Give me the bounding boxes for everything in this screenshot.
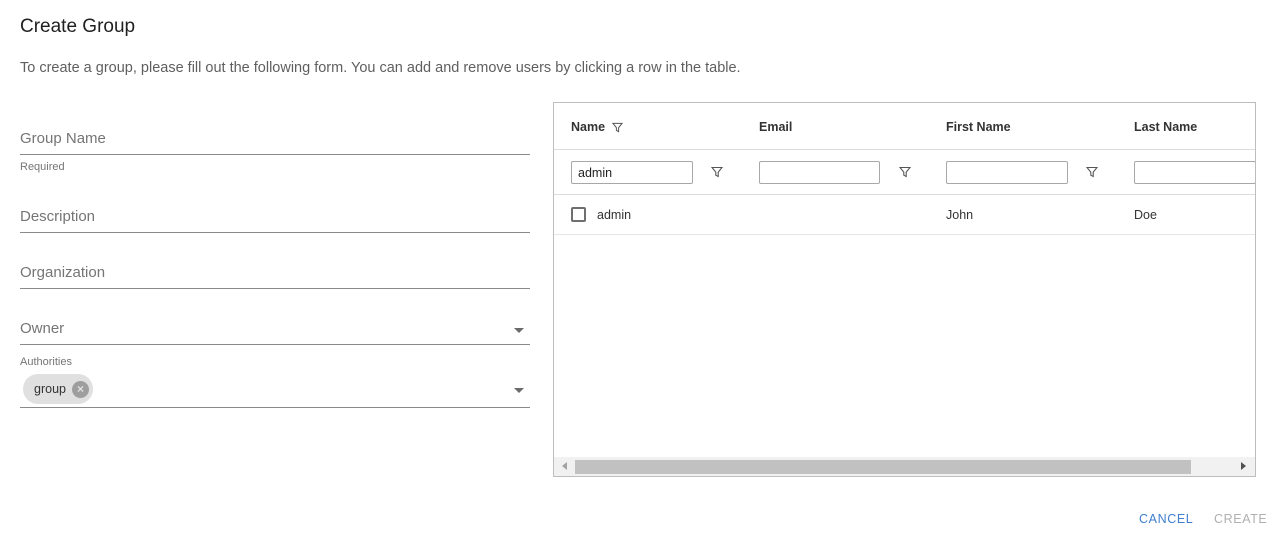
cancel-button[interactable]: CANCEL bbox=[1139, 512, 1193, 526]
authorities-select[interactable]: group × bbox=[20, 370, 530, 408]
dialog-title: Create Group bbox=[20, 16, 136, 37]
description-field[interactable]: Description bbox=[20, 192, 530, 233]
caret-down-icon[interactable] bbox=[514, 328, 524, 333]
first-name-filter-input[interactable] bbox=[946, 161, 1068, 184]
create-button[interactable]: CREATE bbox=[1214, 512, 1267, 526]
funnel-icon[interactable] bbox=[899, 166, 911, 178]
column-header-first-name[interactable]: First Name bbox=[946, 120, 1011, 134]
group-name-helper: Required bbox=[20, 161, 65, 173]
horizontal-scrollbar[interactable] bbox=[554, 457, 1255, 476]
filter-row bbox=[554, 150, 1255, 195]
caret-down-icon[interactable] bbox=[514, 388, 524, 393]
users-table: Name Email First Name Last Name admin Jo… bbox=[553, 102, 1256, 477]
last-name-filter-input[interactable] bbox=[1134, 161, 1255, 184]
organization-placeholder: Organization bbox=[20, 264, 106, 281]
scroll-right-arrow-icon[interactable] bbox=[1241, 462, 1246, 470]
funnel-icon[interactable] bbox=[1086, 166, 1098, 178]
scroll-left-arrow-icon[interactable] bbox=[562, 462, 567, 470]
cell-name: admin bbox=[597, 208, 632, 222]
email-filter-input[interactable] bbox=[759, 161, 880, 184]
organization-field[interactable]: Organization bbox=[20, 248, 530, 289]
funnel-icon[interactable] bbox=[711, 166, 723, 178]
table-header: Name Email First Name Last Name bbox=[554, 103, 1255, 150]
scrollbar-thumb[interactable] bbox=[575, 460, 1191, 474]
description-placeholder: Description bbox=[20, 208, 96, 225]
column-header-name[interactable]: Name bbox=[571, 120, 624, 134]
column-header-last-name[interactable]: Last Name bbox=[1134, 120, 1197, 134]
owner-placeholder: Owner bbox=[20, 320, 65, 337]
column-header-email[interactable]: Email bbox=[759, 120, 792, 134]
owner-select[interactable]: Owner bbox=[20, 304, 530, 345]
group-name-field[interactable]: Group Name bbox=[20, 110, 530, 155]
authority-chip-label: group bbox=[34, 382, 66, 396]
authorities-label: Authorities bbox=[20, 356, 72, 368]
authority-chip[interactable]: group × bbox=[23, 374, 93, 404]
name-filter-input[interactable] bbox=[571, 161, 693, 184]
group-name-placeholder: Group Name bbox=[20, 130, 106, 147]
cancel-circle-icon[interactable]: × bbox=[71, 380, 89, 398]
dialog-description: To create a group, please fill out the f… bbox=[20, 60, 741, 76]
table-row[interactable]: admin John Doe bbox=[554, 195, 1255, 235]
cell-first-name: John bbox=[946, 208, 974, 222]
funnel-icon[interactable] bbox=[612, 122, 624, 133]
cell-last-name: Doe bbox=[1134, 208, 1157, 222]
row-checkbox[interactable] bbox=[571, 207, 586, 222]
